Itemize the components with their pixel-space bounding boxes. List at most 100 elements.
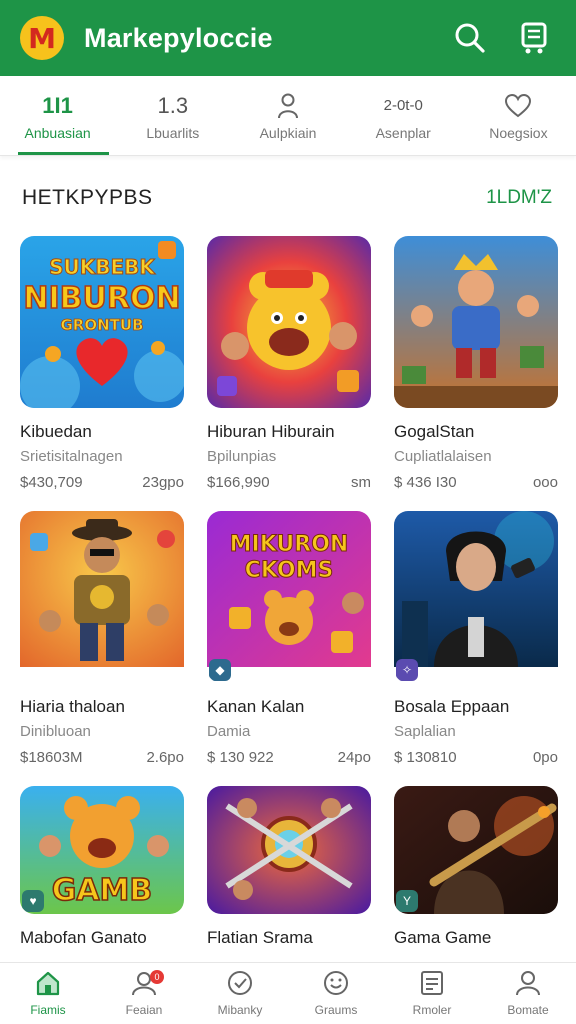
art-text: GAMB <box>52 873 153 908</box>
store-badge: ♥ <box>22 890 44 912</box>
tab-anbuasian[interactable]: 1I1 Anbuasian <box>0 76 115 155</box>
art-text: CKOMS <box>245 558 334 583</box>
art-text: SUKBEBK <box>49 255 156 279</box>
nav-account[interactable]: Bomate <box>480 963 576 1024</box>
search-icon[interactable] <box>448 16 492 60</box>
check-icon <box>227 970 253 1001</box>
product-subtitle: Saplalian <box>394 723 456 740</box>
nav-home[interactable]: Fiamis <box>0 963 96 1024</box>
product-price: $ 130 922 <box>207 749 274 766</box>
tab-count: 1I1 <box>42 92 73 118</box>
tab-asenplar[interactable]: 2-0t-0 Asenplar <box>346 76 461 155</box>
product-subtitle: Damia <box>207 723 251 740</box>
category-tabs: 1I1 Anbuasian 1.3 Lbuarlits Aulpkiain 2-… <box>0 76 576 156</box>
tab-noegsiox[interactable]: Noegsiox <box>461 76 576 155</box>
app-header: M Markepyloccie <box>0 0 576 76</box>
tab-label: Anbuasian <box>24 124 91 141</box>
smile-icon <box>323 970 349 1001</box>
product-price: $430,709 <box>20 474 83 491</box>
product-card[interactable]: SUKBEBK NIBURON GRONTUB Kibuedan Srietis… <box>20 236 184 511</box>
product-subtitle: Srietisitalnagen <box>20 448 123 465</box>
account-icon <box>515 970 541 1001</box>
product-thumbnail: GAMB ♥ <box>20 786 184 914</box>
product-thumbnail <box>207 786 371 914</box>
product-title: Bosala Eppaan <box>394 697 510 716</box>
tab-count: 1.3 <box>157 92 189 118</box>
product-thumbnail <box>207 236 371 408</box>
tab-label: Noegsiox <box>489 124 548 141</box>
product-subtitle: Bpilunpias <box>207 448 277 465</box>
product-card[interactable]: ✧ Bosala Eppaan Saplalian $ 130810 0po <box>394 511 558 786</box>
tab-lbuarlits[interactable]: 1.3 Lbuarlits <box>115 76 230 155</box>
product-thumbnail: Y <box>394 786 558 914</box>
product-thumbnail <box>20 511 184 683</box>
nav-label: Bomate <box>507 1003 549 1017</box>
heart-icon <box>505 91 532 121</box>
art-text: GRONTUB <box>60 316 143 334</box>
app-root: M Markepyloccie 1I1 Anbuasian 1.3 Lbuarl… <box>0 0 576 1024</box>
product-extra: 2.6po <box>146 749 184 766</box>
product-price: $ 436 I30 <box>394 474 457 491</box>
nav-label: Mibanky <box>217 1003 263 1017</box>
product-meta: $ 436 I30 ooo <box>394 474 558 491</box>
product-extra: 23gpo <box>142 474 184 491</box>
product-subtitle: Cupliatlalaisen <box>394 448 492 465</box>
cart-icon[interactable] <box>512 16 556 60</box>
product-title: Kanan Kalan <box>207 697 305 716</box>
product-meta: $ 130 922 24po <box>207 749 371 766</box>
product-title: Flatian Srama <box>207 928 313 947</box>
product-title: GogalStan <box>394 422 475 441</box>
home-icon <box>35 970 61 1001</box>
product-meta: $ 130810 0po <box>394 749 558 766</box>
product-extra: sm <box>351 474 371 491</box>
nav-label: Feaian <box>125 1003 163 1017</box>
app-logo[interactable]: M <box>20 16 64 60</box>
nav-graums[interactable]: Graums <box>288 963 384 1024</box>
store-badge: ✧ <box>396 659 418 681</box>
product-title: Hiburan Hiburain <box>207 422 335 441</box>
art-text: MIKURON <box>230 532 349 557</box>
app-title: Markepyloccie <box>84 22 273 53</box>
product-price: $18603M <box>20 749 83 766</box>
product-card[interactable]: Hiburan Hiburain Bpilunpias $166,990 sm <box>207 236 371 511</box>
list-icon <box>419 970 445 1001</box>
product-title: Kibuedan <box>20 422 92 441</box>
product-card[interactable]: MIKURON CKOMS ◆ Kanan Kalan Damia $ 130 … <box>207 511 371 786</box>
product-extra: 24po <box>337 749 371 766</box>
tab-label: Aulpkiain <box>259 124 317 141</box>
product-meta: $18603M 2.6po <box>20 749 184 766</box>
tab-aulpkiain[interactable]: Aulpkiain <box>230 76 345 155</box>
product-subtitle: Dinibluoan <box>20 723 91 740</box>
tab-label: Asenplar <box>375 124 431 141</box>
art-text: NIBURON <box>23 281 180 316</box>
product-title: Mabofan Ganato <box>20 928 147 947</box>
nav-rmoler[interactable]: Rmoler <box>384 963 480 1024</box>
store-badge: Y <box>396 890 418 912</box>
tab-label: Lbuarlits <box>146 124 200 141</box>
product-card[interactable]: GogalStan Cupliatlalaisen $ 436 I30 ooo <box>394 236 558 511</box>
product-title: Hiaria thaloan <box>20 697 125 716</box>
product-thumbnail <box>394 236 558 408</box>
product-price: $166,990 <box>207 474 270 491</box>
notification-badge: 0 <box>150 970 164 984</box>
product-extra: ooo <box>532 474 558 491</box>
nav-label: Rmoler <box>412 1003 452 1017</box>
nav-label: Graums <box>314 1003 358 1017</box>
product-price: $ 130810 <box>394 749 457 766</box>
section-header: HETKPYPBS 1LDM'Z <box>22 182 552 214</box>
section-title: HETKPYPBS <box>22 186 153 209</box>
product-grid: SUKBEBK NIBURON GRONTUB Kibuedan Srietis… <box>20 236 576 1024</box>
tab-count: 2-0t-0 <box>383 97 423 114</box>
product-thumbnail: SUKBEBK NIBURON GRONTUB <box>20 236 184 408</box>
nav-label: Fiamis <box>30 1003 66 1017</box>
nav-mibanky[interactable]: Mibanky <box>192 963 288 1024</box>
bottom-navigation: Fiamis 0 Feaian Mibanky Graums Rmoler Bo… <box>0 962 576 1024</box>
product-thumbnail: ✧ <box>394 511 558 683</box>
product-meta: $430,709 23gpo <box>20 474 184 491</box>
product-title: Gama Game <box>394 928 492 947</box>
store-badge: ◆ <box>209 659 231 681</box>
see-all-link[interactable]: 1LDM'Z <box>486 187 552 209</box>
nav-profile[interactable]: 0 Feaian <box>96 963 192 1024</box>
product-card[interactable]: Hiaria thaloan Dinibluoan $18603M 2.6po <box>20 511 184 786</box>
product-extra: 0po <box>532 749 558 766</box>
